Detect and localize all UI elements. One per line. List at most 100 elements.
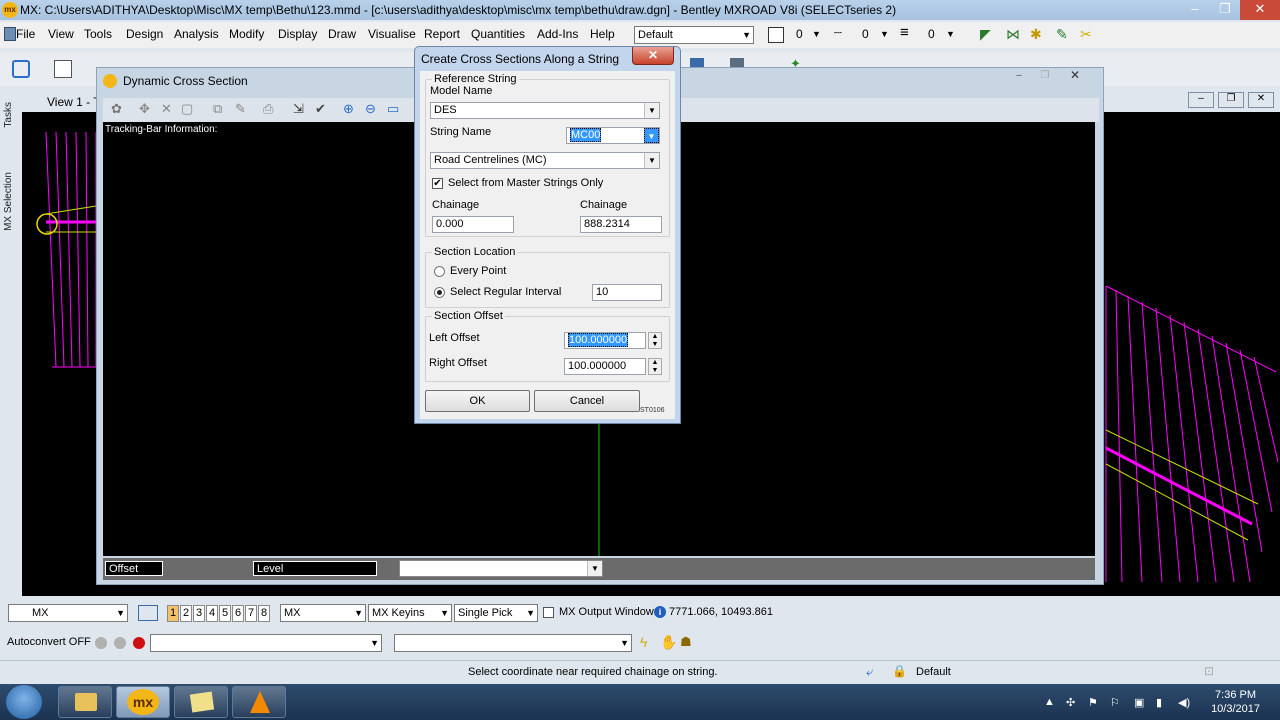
- view-4-button[interactable]: 4: [206, 605, 218, 622]
- right-offset-input[interactable]: 100.000000: [564, 358, 646, 375]
- mx-taskbar-app[interactable]: mx: [116, 686, 170, 718]
- string-type-select[interactable]: Road Centrelines (MC) ▼: [430, 152, 660, 169]
- every-point-radio[interactable]: [434, 266, 445, 277]
- maximize-button[interactable]: ❐: [1210, 0, 1240, 20]
- menu-display[interactable]: Display: [278, 27, 317, 41]
- model-name-select[interactable]: DES ▼: [430, 102, 660, 119]
- check-icon[interactable]: ✔: [315, 101, 333, 119]
- interval-input[interactable]: 10: [592, 284, 662, 301]
- settings-icon[interactable]: ✿: [111, 101, 129, 119]
- keyins-combo[interactable]: MX Keyins ▼: [368, 604, 452, 622]
- mx-combo[interactable]: MX ▼: [8, 604, 128, 622]
- dcs-minimize-icon[interactable]: –: [1007, 70, 1031, 84]
- show-hidden-icons-icon[interactable]: ▲: [1044, 696, 1055, 708]
- chevron-down-icon[interactable]: ▼: [946, 29, 955, 39]
- lock-icon[interactable]: 🔒: [892, 664, 910, 682]
- line-weight-icon[interactable]: ≡: [900, 24, 909, 41]
- chevron-down-icon[interactable]: ▼: [812, 29, 821, 39]
- menu-help[interactable]: Help: [590, 27, 615, 41]
- people-icon[interactable]: ☗: [680, 634, 698, 652]
- color-value[interactable]: 0: [796, 27, 803, 41]
- chevron-down-icon[interactable]: ▼: [880, 29, 889, 39]
- tool-icon[interactable]: ✎: [1056, 26, 1074, 44]
- menu-view[interactable]: View: [48, 27, 74, 41]
- dcs-maximize-icon[interactable]: ❐: [1033, 70, 1057, 84]
- menu-report[interactable]: Report: [424, 27, 460, 41]
- edit-icon[interactable]: ✎: [235, 101, 253, 119]
- hands-icon[interactable]: ✋: [660, 634, 678, 652]
- right-offset-spinner[interactable]: ▲ ▼: [648, 358, 662, 375]
- pick-icon[interactable]: ⇲: [293, 101, 311, 119]
- minimize-button[interactable]: –: [1180, 0, 1210, 20]
- dcs-combo[interactable]: ▼: [399, 560, 603, 577]
- dcs-close-icon[interactable]: ✕: [1061, 68, 1089, 84]
- snap-icon[interactable]: ⤶: [866, 664, 884, 682]
- view-2-button[interactable]: 2: [180, 605, 192, 622]
- view-restore-icon[interactable]: ❐: [1218, 92, 1244, 108]
- keyin-history[interactable]: ▼: [394, 634, 632, 652]
- lightning-icon[interactable]: ϟ: [640, 634, 658, 652]
- master-strings-checkbox[interactable]: ✔: [432, 178, 443, 189]
- menu-analysis[interactable]: Analysis: [174, 27, 219, 41]
- menu-design[interactable]: Design: [126, 27, 163, 41]
- window-area-icon[interactable]: ▭: [387, 101, 405, 119]
- record-icon[interactable]: [133, 637, 145, 649]
- left-offset-spinner[interactable]: ▲ ▼: [648, 332, 662, 349]
- menu-visualise[interactable]: Visualise: [368, 27, 416, 41]
- tray-app-icon[interactable]: ▣: [1134, 696, 1144, 709]
- dialog-close-button[interactable]: ✕: [632, 47, 674, 65]
- delete-icon[interactable]: ✕: [161, 101, 179, 119]
- zoom-in-icon[interactable]: ⊕: [343, 101, 361, 119]
- view-3-button[interactable]: 3: [193, 605, 205, 622]
- level-combo[interactable]: Default ▼: [634, 26, 754, 44]
- view-6-button[interactable]: 6: [232, 605, 244, 622]
- chainage-from-input[interactable]: 0.000: [432, 216, 514, 233]
- copy-icon[interactable]: ⧉: [213, 101, 231, 119]
- menu-file[interactable]: File: [16, 27, 35, 41]
- keyin-input[interactable]: ▼: [150, 634, 382, 652]
- string-name-select[interactable]: MC00 ▼: [566, 127, 660, 144]
- print-icon[interactable]: ⎙: [263, 101, 281, 119]
- menu-draw[interactable]: Draw: [328, 27, 356, 41]
- output-window-checkbox[interactable]: [543, 607, 554, 618]
- tool-icon[interactable]: ◤: [980, 26, 998, 44]
- network-icon[interactable]: ⚑: [1088, 696, 1098, 709]
- close-button[interactable]: ✕: [1240, 0, 1280, 20]
- tray-app-icon[interactable]: ✣: [1066, 696, 1075, 709]
- view-8-button[interactable]: 8: [258, 605, 270, 622]
- color-swatch-icon[interactable]: [768, 27, 784, 43]
- vlc-taskbar-item[interactable]: [232, 686, 286, 718]
- gray-circle-icon[interactable]: [95, 637, 107, 649]
- page-icon[interactable]: ▢: [181, 101, 199, 119]
- ok-button[interactable]: OK: [425, 390, 530, 412]
- tool-icon[interactable]: ✱: [1030, 26, 1048, 44]
- view-groups-icon[interactable]: [138, 605, 158, 621]
- move-icon[interactable]: ✥: [139, 101, 157, 119]
- gray-circle-icon[interactable]: [114, 637, 126, 649]
- file-explorer-app[interactable]: [58, 686, 112, 718]
- mx-selection-tab[interactable]: MX Selection: [3, 172, 14, 231]
- cancel-button[interactable]: Cancel: [534, 390, 640, 412]
- view-7-button[interactable]: 7: [245, 605, 257, 622]
- tasks-tab[interactable]: Tasks: [3, 102, 14, 128]
- mx-combo-2[interactable]: MX ▼: [280, 604, 366, 622]
- menu-modify[interactable]: Modify: [229, 27, 264, 41]
- view-1-button[interactable]: 1: [167, 605, 179, 622]
- new-file-icon[interactable]: [12, 60, 30, 78]
- battery-icon[interactable]: ▮: [1156, 696, 1162, 709]
- flag-icon[interactable]: ⚐: [1110, 696, 1120, 709]
- menu-add-ins[interactable]: Add-Ins: [537, 27, 578, 41]
- style-value[interactable]: 0: [862, 27, 869, 41]
- start-button[interactable]: [6, 685, 42, 719]
- chainage-to-input[interactable]: 888.2314: [580, 216, 662, 233]
- line-style-icon[interactable]: ┈: [834, 25, 842, 41]
- regular-interval-radio[interactable]: [434, 287, 445, 298]
- tool-icon[interactable]: ⋈: [1006, 26, 1024, 44]
- volume-icon[interactable]: ◀): [1178, 696, 1190, 709]
- view-close-icon[interactable]: ✕: [1248, 92, 1274, 108]
- view-5-button[interactable]: 5: [219, 605, 231, 622]
- view-minimize-icon[interactable]: –: [1188, 92, 1214, 108]
- clock[interactable]: 7:36 PM 10/3/2017: [1211, 688, 1260, 716]
- open-file-icon[interactable]: [54, 60, 72, 78]
- zoom-out-icon[interactable]: ⊖: [365, 101, 383, 119]
